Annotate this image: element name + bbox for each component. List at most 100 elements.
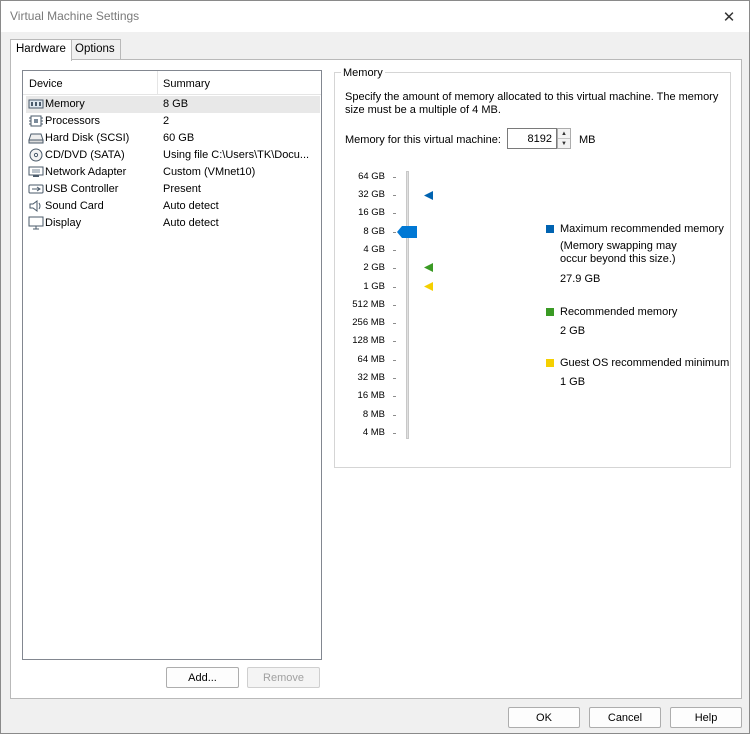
guest-min-marker xyxy=(424,282,433,291)
device-summary: 8 GB xyxy=(163,98,189,110)
tick-label: 128 MB xyxy=(352,335,385,346)
device-summary: Custom (VMnet10) xyxy=(163,166,256,178)
help-button-label: Help xyxy=(694,711,718,724)
device-name: CD/DVD (SATA) xyxy=(45,149,125,161)
device-name: Network Adapter xyxy=(45,166,127,178)
tick-mark xyxy=(393,415,396,416)
hardware-panel: Device Summary Memory 8 GB Processors 2 … xyxy=(10,59,742,699)
memory-decrement-button[interactable]: ▼ xyxy=(558,139,570,149)
memory-unit: MB xyxy=(579,134,596,146)
device-row-processors[interactable]: Processors 2 xyxy=(26,113,320,130)
memory-increment-button[interactable]: ▲ xyxy=(558,129,570,139)
tick-label: 1 GB xyxy=(363,281,385,292)
tick-label: 8 MB xyxy=(362,409,385,420)
device-name: Display xyxy=(45,217,82,229)
device-name: Hard Disk (SCSI) xyxy=(45,132,130,144)
tick-label: 2 GB xyxy=(363,262,385,273)
memory-group-title: Memory xyxy=(341,67,385,79)
device-name: USB Controller xyxy=(45,183,119,195)
tick-mark xyxy=(393,341,396,342)
tick-mark xyxy=(393,360,396,361)
tick-label: 4 GB xyxy=(363,244,385,255)
tick-mark xyxy=(393,287,396,288)
tab-options-label: Options xyxy=(75,43,115,55)
column-separator[interactable] xyxy=(157,71,158,95)
legend-max-label: Maximum recommended memory xyxy=(560,223,724,235)
legend-max-swatch xyxy=(546,225,554,233)
recommended-marker xyxy=(424,263,433,272)
device-summary: Present xyxy=(163,183,201,195)
tick-mark xyxy=(393,323,396,324)
device-summary: Auto detect xyxy=(163,217,219,229)
device-row-display[interactable]: Display Auto detect xyxy=(26,215,320,232)
memory-description: Specify the amount of memory allocated t… xyxy=(345,91,719,116)
column-header-device[interactable]: Device xyxy=(29,78,63,90)
hard-disk-icon xyxy=(28,133,44,144)
add-device-button[interactable]: Add... xyxy=(166,667,239,688)
tick-mark xyxy=(393,305,396,306)
tick-mark xyxy=(393,177,396,178)
memory-icon xyxy=(28,99,44,109)
device-summary: 60 GB xyxy=(163,132,195,144)
tick-label: 64 GB xyxy=(358,171,385,182)
legend-max-note: (Memory swapping may occur beyond this s… xyxy=(560,240,677,265)
remove-device-button[interactable]: Remove xyxy=(247,667,320,688)
chevron-up-icon: ▲ xyxy=(561,130,567,137)
speaker-icon xyxy=(29,200,41,212)
device-summary: Auto detect xyxy=(163,200,219,212)
device-row-memory[interactable]: Memory 8 GB xyxy=(26,96,320,113)
network-adapter-icon xyxy=(28,166,44,177)
tick-label: 32 GB xyxy=(358,189,385,200)
tick-label: 512 MB xyxy=(352,299,385,310)
device-summary: 2 xyxy=(163,115,170,127)
legend-max-value: 27.9 GB xyxy=(560,273,601,285)
slider-thumb-shape xyxy=(397,226,417,238)
monitor-icon xyxy=(28,216,44,230)
tick-mark xyxy=(393,250,396,251)
max-marker-shape xyxy=(424,191,433,200)
processor-icon xyxy=(29,115,43,127)
tick-label: 16 MB xyxy=(357,390,385,401)
tick-label: 32 MB xyxy=(357,372,385,383)
add-device-button-label: Add... xyxy=(188,671,217,684)
cancel-button[interactable]: Cancel xyxy=(589,707,661,728)
device-row-usb-controller[interactable]: USB Controller Present xyxy=(26,181,320,198)
device-name: Processors xyxy=(45,115,101,127)
legend-guest-min-value: 1 GB xyxy=(560,376,586,388)
memory-input[interactable] xyxy=(507,128,557,149)
legend-guest-min-swatch xyxy=(546,359,554,367)
tick-label: 8 GB xyxy=(363,226,385,237)
device-list[interactable]: Device Summary Memory 8 GB Processors 2 … xyxy=(22,70,322,660)
device-row-network-adapter[interactable]: Network Adapter Custom (VMnet10) xyxy=(26,164,320,181)
column-header-summary[interactable]: Summary xyxy=(163,78,210,90)
guest-min-marker-shape xyxy=(424,282,433,291)
memory-group: Memory Specify the amount of memory allo… xyxy=(334,67,731,468)
tab-hardware[interactable]: Hardware xyxy=(10,39,72,61)
device-row-sound-card[interactable]: Sound Card Auto detect xyxy=(26,198,320,215)
device-row-cd-dvd[interactable]: CD/DVD (SATA) Using file C:\Users\TK\Doc… xyxy=(26,147,320,164)
tab-options[interactable]: Options xyxy=(69,39,121,60)
memory-tick-labels: 64 GB 32 GB 16 GB 8 GB 4 GB 2 GB 1 GB 51… xyxy=(335,171,385,441)
tab-hardware-label: Hardware xyxy=(16,43,66,55)
cd-dvd-icon xyxy=(29,148,43,162)
memory-slider-area: 64 GB 32 GB 16 GB 8 GB 4 GB 2 GB 1 GB 51… xyxy=(335,171,535,451)
tick-mark xyxy=(393,195,396,196)
tick-label: 64 MB xyxy=(357,354,385,365)
tick-mark xyxy=(393,378,396,379)
memory-slider-thumb[interactable] xyxy=(397,226,417,238)
tick-mark xyxy=(393,213,396,214)
device-summary: Using file C:\Users\TK\Docu... xyxy=(163,149,310,161)
memory-slider-track[interactable] xyxy=(406,171,409,439)
ok-button[interactable]: OK xyxy=(508,707,580,728)
vm-settings-window: Virtual Machine Settings ✕ Hardware Opti… xyxy=(0,0,750,734)
max-recommended-marker xyxy=(424,191,433,200)
legend-recommended-swatch xyxy=(546,308,554,316)
close-icon: ✕ xyxy=(722,8,736,26)
legend-recommended-value: 2 GB xyxy=(560,325,586,337)
ok-button-label: OK xyxy=(536,711,552,724)
help-button[interactable]: Help xyxy=(670,707,742,728)
title-bar: Virtual Machine Settings ✕ xyxy=(1,1,749,32)
device-row-hard-disk[interactable]: Hard Disk (SCSI) 60 GB xyxy=(26,130,320,147)
remove-device-button-label: Remove xyxy=(263,671,304,684)
close-button[interactable]: ✕ xyxy=(709,1,749,32)
